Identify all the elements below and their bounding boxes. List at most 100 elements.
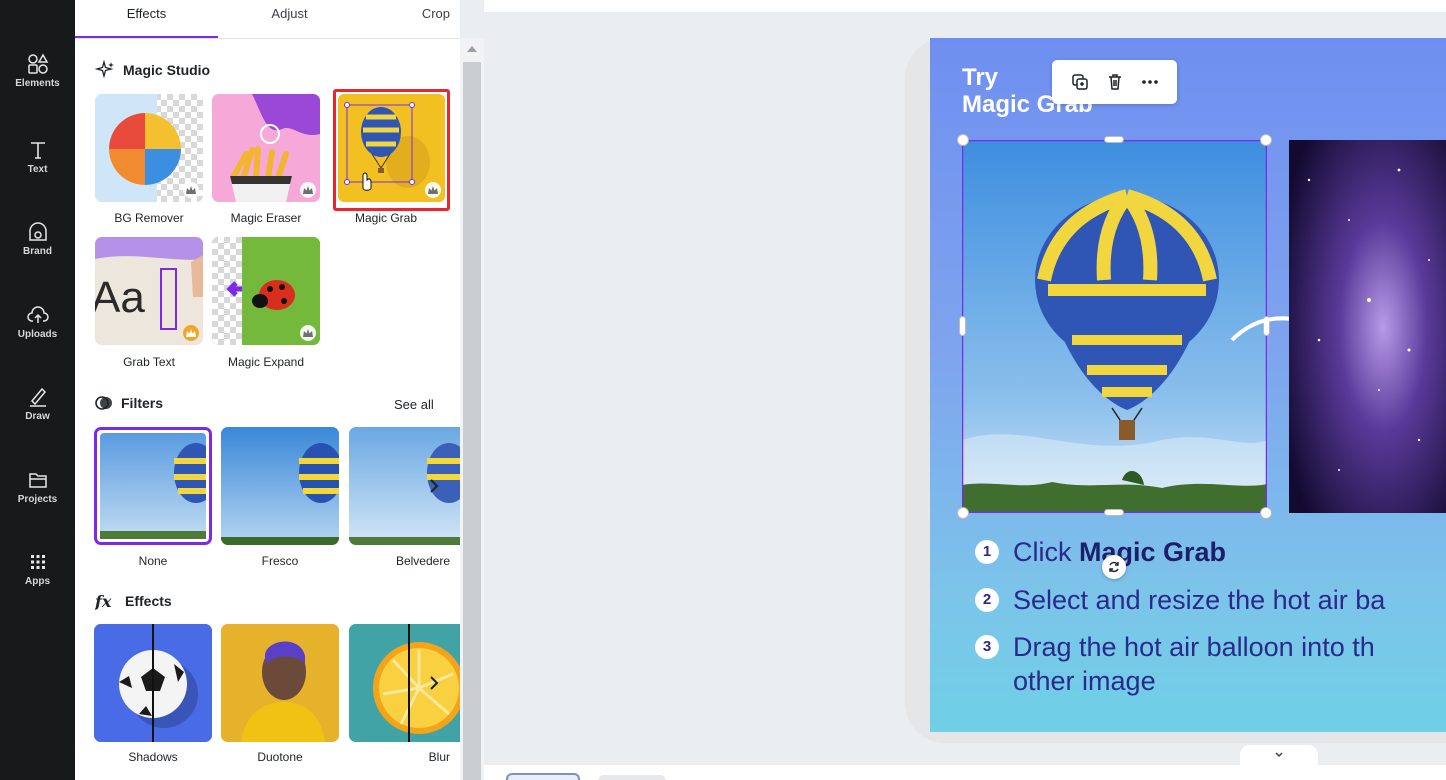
rail-label: Projects bbox=[17, 494, 58, 505]
panel-tabs: Effects Adjust Crop bbox=[75, 0, 460, 39]
svg-text:fx: fx bbox=[95, 592, 112, 610]
crown-icon bbox=[300, 182, 316, 198]
fx-icon: fx bbox=[95, 592, 112, 610]
rail-item-elements[interactable]: Elements bbox=[0, 52, 75, 116]
top-strip bbox=[484, 0, 1446, 12]
panel-scrollbar[interactable] bbox=[460, 38, 484, 780]
galaxy-photo[interactable] bbox=[1289, 140, 1446, 513]
resize-handle[interactable] bbox=[957, 507, 969, 519]
duplicate-button[interactable] bbox=[1067, 69, 1093, 95]
crown-icon bbox=[183, 182, 199, 198]
rail-label: Brand bbox=[23, 246, 52, 257]
effect-shadows-tile[interactable] bbox=[94, 624, 212, 742]
step-number: 1 bbox=[975, 540, 999, 564]
tool-label: Magic Grab bbox=[354, 211, 418, 225]
scroll-thumb[interactable] bbox=[463, 62, 481, 780]
tab-adjust[interactable]: Adjust bbox=[218, 0, 361, 38]
svg-text:Aa: Aa bbox=[95, 273, 145, 322]
step-text-line-2: other image bbox=[1013, 666, 1156, 696]
app-root: Elements Text Brand Uploads Draw Project… bbox=[0, 0, 1446, 780]
projects-icon bbox=[28, 473, 47, 488]
rail-item-apps[interactable]: Apps bbox=[0, 550, 75, 614]
tab-effects[interactable]: Effects bbox=[75, 0, 218, 38]
balloon-sky-image bbox=[221, 427, 339, 545]
filters-icon bbox=[95, 396, 112, 410]
trash-icon bbox=[1108, 74, 1121, 90]
filters-heading: Filters bbox=[95, 394, 163, 412]
resize-handle[interactable] bbox=[959, 316, 966, 336]
tool-label: Magic Expand bbox=[227, 355, 305, 369]
effect-label: Duotone bbox=[257, 750, 303, 764]
crown-icon bbox=[425, 182, 441, 198]
filter-label: None bbox=[138, 554, 168, 568]
tab-label: Adjust bbox=[271, 6, 308, 21]
rail-label: Text bbox=[27, 164, 48, 175]
rail-item-draw[interactable]: Draw bbox=[0, 385, 75, 449]
step-3[interactable]: 3 Drag the hot air balloon into th other… bbox=[975, 630, 1375, 698]
rail-label: Elements bbox=[15, 78, 60, 89]
step-2[interactable]: 2 Select and resize the hot air ba bbox=[975, 583, 1385, 617]
more-options-button[interactable] bbox=[1137, 69, 1163, 95]
scroll-up-arrow-icon[interactable] bbox=[467, 46, 477, 52]
left-rail: Elements Text Brand Uploads Draw Project… bbox=[0, 0, 75, 780]
text-icon bbox=[30, 142, 45, 159]
section-title: Magic Studio bbox=[123, 62, 211, 78]
effect-blur-tile[interactable] bbox=[349, 624, 460, 742]
tool-label: BG Remover bbox=[114, 211, 184, 225]
rotate-handle[interactable] bbox=[1102, 555, 1126, 579]
balloon-sky-image bbox=[349, 427, 460, 545]
filter-belvedere-tile[interactable] bbox=[349, 427, 460, 545]
tool-label: Grab Text bbox=[123, 355, 175, 369]
filter-fresco-tile[interactable] bbox=[221, 427, 339, 545]
effect-label: Blur bbox=[428, 750, 450, 764]
step-text: Drag the hot air balloon into th other i… bbox=[1013, 630, 1375, 698]
tab-label: Crop bbox=[421, 6, 450, 21]
section-title: Effects bbox=[125, 593, 172, 609]
effect-label: Shadows bbox=[128, 750, 178, 764]
ellipsis-icon bbox=[1141, 80, 1158, 84]
step-text-line-1: Drag the hot air balloon into th bbox=[1013, 632, 1375, 662]
tab-label: Effects bbox=[126, 6, 167, 21]
chevron-right-icon[interactable] bbox=[427, 674, 441, 692]
step-text-plain: Click bbox=[1013, 537, 1079, 567]
step-text-bold: Magic Grab bbox=[1079, 537, 1227, 567]
resize-handle[interactable] bbox=[1260, 134, 1272, 146]
bg-remover-tile[interactable] bbox=[95, 94, 203, 202]
magic-studio-heading: Magic Studio bbox=[95, 60, 210, 80]
resize-handle[interactable] bbox=[1104, 136, 1124, 143]
effects-panel: Effects Adjust Crop Magic Studio BG Remo… bbox=[75, 0, 460, 780]
step-text: Select and resize the hot air ba bbox=[1013, 585, 1386, 615]
uploads-icon bbox=[26, 306, 49, 323]
filter-label: Belvedere bbox=[395, 554, 450, 568]
chevron-right-icon[interactable] bbox=[427, 477, 441, 495]
page-thumbnail[interactable] bbox=[506, 773, 580, 780]
rail-item-text[interactable]: Text bbox=[0, 138, 75, 202]
effects-heading: fx Effects bbox=[95, 592, 172, 610]
step-number: 2 bbox=[975, 588, 999, 612]
rail-item-uploads[interactable]: Uploads bbox=[0, 303, 75, 367]
resize-handle[interactable] bbox=[1260, 507, 1272, 519]
filter-label: Fresco bbox=[261, 554, 299, 568]
delete-button[interactable] bbox=[1102, 69, 1128, 95]
step-number: 3 bbox=[975, 635, 999, 659]
rail-item-brand[interactable]: Brand bbox=[0, 220, 75, 284]
page-expand-tab[interactable] bbox=[1240, 745, 1318, 765]
magic-eraser-tile[interactable] bbox=[212, 94, 320, 202]
filter-none-tile[interactable] bbox=[94, 427, 212, 545]
rail-label: Uploads bbox=[17, 329, 58, 340]
magic-grab-tile[interactable] bbox=[333, 89, 450, 211]
filters-see-all-link[interactable]: See all bbox=[394, 397, 434, 412]
magic-expand-tile[interactable] bbox=[212, 237, 320, 345]
step-1[interactable]: 1 Click Magic Grab bbox=[975, 535, 1226, 569]
effect-duotone-tile[interactable] bbox=[221, 624, 339, 742]
rail-item-projects[interactable]: Projects bbox=[0, 468, 75, 532]
draw-icon bbox=[29, 387, 46, 407]
soccer-ball-image bbox=[94, 624, 212, 742]
resize-handle[interactable] bbox=[1104, 509, 1124, 516]
balloon-photo[interactable] bbox=[962, 140, 1267, 513]
page-thumbnail[interactable] bbox=[598, 775, 666, 780]
resize-handle[interactable] bbox=[957, 134, 969, 146]
brand-icon bbox=[28, 222, 47, 241]
tab-crop[interactable]: Crop bbox=[361, 0, 460, 38]
grab-text-tile[interactable]: Aa bbox=[95, 237, 203, 345]
